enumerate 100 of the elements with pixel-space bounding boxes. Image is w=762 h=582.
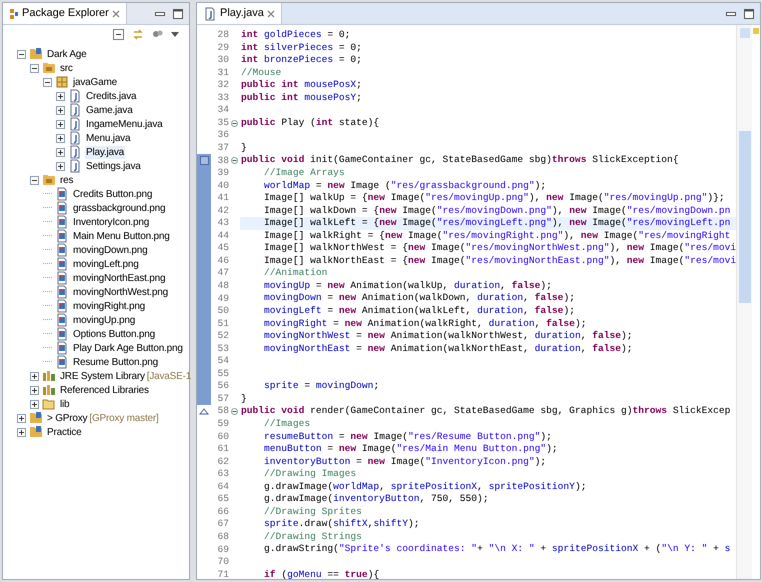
expand-icon[interactable]	[17, 428, 26, 436]
override-triangle-icon[interactable]	[199, 407, 209, 416]
editor-tab[interactable]: Play.java	[197, 3, 282, 24]
tree-item[interactable]: movingUp.png	[72, 314, 136, 326]
project-folder-icon	[29, 411, 43, 425]
line-number: 49	[216, 292, 229, 306]
collapse-icon[interactable]	[43, 78, 52, 86]
code-line: Image[] walkDown = {new Image("res/movingDown.png"), new Image("res/movingDown.pn	[263, 204, 730, 216]
maximize-icon[interactable]	[744, 8, 754, 18]
tree-item[interactable]: IngameMenu.java	[85, 118, 164, 130]
image-file-icon	[55, 257, 69, 271]
java-file-icon	[68, 145, 82, 159]
tree-item[interactable]: movingRight.png	[72, 300, 146, 312]
line-number: 32	[216, 78, 229, 92]
code-line: int silverPieces = 0;	[241, 42, 362, 53]
tree-item[interactable]: Referenced Libraries	[59, 384, 150, 396]
close-icon[interactable]	[266, 10, 275, 18]
java-file-icon	[68, 131, 82, 145]
tree-item[interactable]: Settings.java	[85, 160, 142, 172]
java-file-icon	[68, 89, 82, 103]
package-icon	[55, 75, 69, 89]
image-file-icon	[55, 215, 69, 229]
expand-icon[interactable]	[56, 134, 65, 142]
tree-item[interactable]: javaGame	[72, 76, 118, 88]
expand-icon[interactable]	[30, 372, 39, 380]
tree-item[interactable]: Game.java	[85, 104, 134, 116]
tree-item[interactable]: src	[59, 62, 74, 74]
code-line: movingRight = new Animation(walkRight, duration, false);	[263, 318, 586, 329]
code-line: movingNorthEast = new Animation(walkNorthEast, duration, false);	[263, 342, 633, 354]
line-number: 66	[216, 504, 229, 519]
scrollbar-thumb[interactable]	[739, 131, 752, 303]
code-line: Image[] walkNorthWest = {new Image("res/movingNorthWest.png"), new Image("res/movi	[263, 242, 736, 254]
code-line: int goldPieces = 0;	[241, 29, 350, 40]
tree-item[interactable]: Credits.java	[85, 90, 138, 102]
maximize-icon[interactable]	[173, 8, 183, 18]
tree-item[interactable]: movingNorthEast.png	[72, 272, 166, 284]
code-line: //Drawing Sprites	[263, 506, 362, 517]
expand-icon[interactable]	[56, 162, 65, 170]
code-line: resumeButton = new Image("res/Resume Button.png");	[263, 430, 552, 442]
code-line: Image[] walkLeft = {new Image("res/movingLeft.png"), new Image("res/movingLeft.pn	[263, 217, 730, 228]
expand-icon[interactable]	[30, 400, 39, 408]
expand-icon[interactable]	[56, 106, 65, 114]
line-number: 46	[216, 254, 229, 268]
image-file-icon	[55, 229, 69, 243]
line-number: 39	[216, 166, 229, 180]
tree-item[interactable]: JRE System Library	[59, 370, 146, 382]
tree-item[interactable]: > GProxy	[46, 412, 88, 424]
tree-item[interactable]: InventoryIcon.png	[72, 216, 150, 228]
line-number: 62	[216, 454, 229, 469]
code-line: }	[241, 392, 247, 404]
expand-icon[interactable]	[30, 386, 39, 394]
minimize-icon[interactable]	[155, 12, 165, 16]
image-file-icon	[55, 313, 69, 327]
code-line: g.drawString("Sprite's coordinates: "+ "\n X: " + spritePositionX + ("\n Y: " + s	[263, 543, 730, 554]
line-number: 60	[216, 430, 229, 444]
code-line: public Play (int state){	[241, 116, 380, 128]
java-file-icon	[203, 6, 217, 20]
expand-icon[interactable]	[56, 120, 65, 128]
tree-item[interactable]: lib	[59, 398, 70, 410]
close-icon[interactable]	[112, 10, 120, 18]
code-line: Image[] walkNorthEast = {new Image("res/movingNorthEast.png"), new Image("res/movi	[263, 254, 736, 266]
line-number: 70	[216, 555, 229, 570]
line-number: 44	[216, 228, 229, 243]
code-line: Image[] walkUp = {new Image("res/movingUp.png"), new Image("res/movingUp.png")};	[263, 192, 725, 204]
collapse-icon[interactable]	[30, 176, 39, 184]
project-folder-icon	[29, 47, 43, 61]
fold-icon[interactable]	[231, 120, 238, 127]
tree-item[interactable]: Resume Button.png	[72, 356, 159, 368]
fold-icon[interactable]	[231, 408, 238, 416]
line-number: 41	[216, 191, 229, 206]
tree-item[interactable]: movingLeft.png	[72, 258, 140, 270]
fold-icon[interactable]	[231, 157, 238, 164]
code-line: worldMap = new Image ("res/grassbackground.png");	[263, 180, 546, 191]
line-number: 63	[216, 467, 229, 482]
tree-item[interactable]: grassbackground.png	[72, 202, 166, 214]
expand-icon[interactable]	[56, 148, 65, 156]
tree-item-decoration: [GProxy master]	[89, 412, 159, 424]
expand-icon[interactable]	[17, 414, 26, 422]
tree-item[interactable]: Play.java	[85, 146, 126, 158]
collapse-all-icon[interactable]	[113, 28, 124, 40]
overview-marker-icon[interactable]	[753, 28, 760, 34]
tree-item[interactable]: Practice	[46, 426, 83, 438]
java-file-icon	[68, 103, 82, 117]
tree-item[interactable]: Credits Button.png	[72, 188, 154, 200]
line-number: 43	[216, 216, 229, 230]
tree-item[interactable]: Dark Age	[46, 48, 88, 60]
tree-item[interactable]: Menu.java	[85, 132, 132, 144]
line-number: 31	[216, 66, 229, 80]
tree-item[interactable]: res	[59, 174, 74, 186]
collapse-icon[interactable]	[17, 50, 26, 58]
marker-icon[interactable]	[200, 156, 208, 166]
tree-item[interactable]: Options Button.png	[72, 328, 156, 340]
collapse-icon[interactable]	[30, 64, 39, 72]
expand-icon[interactable]	[56, 92, 65, 100]
tree-item[interactable]: movingDown.png	[72, 244, 148, 256]
view-menu-icon[interactable]	[171, 32, 179, 36]
tree-item[interactable]: movingNorthWest.png	[72, 286, 169, 298]
minimize-icon[interactable]	[726, 12, 736, 16]
tree-item[interactable]: Play Dark Age Button.png	[72, 342, 184, 354]
tree-item[interactable]: Main Menu Button.png	[72, 230, 171, 242]
